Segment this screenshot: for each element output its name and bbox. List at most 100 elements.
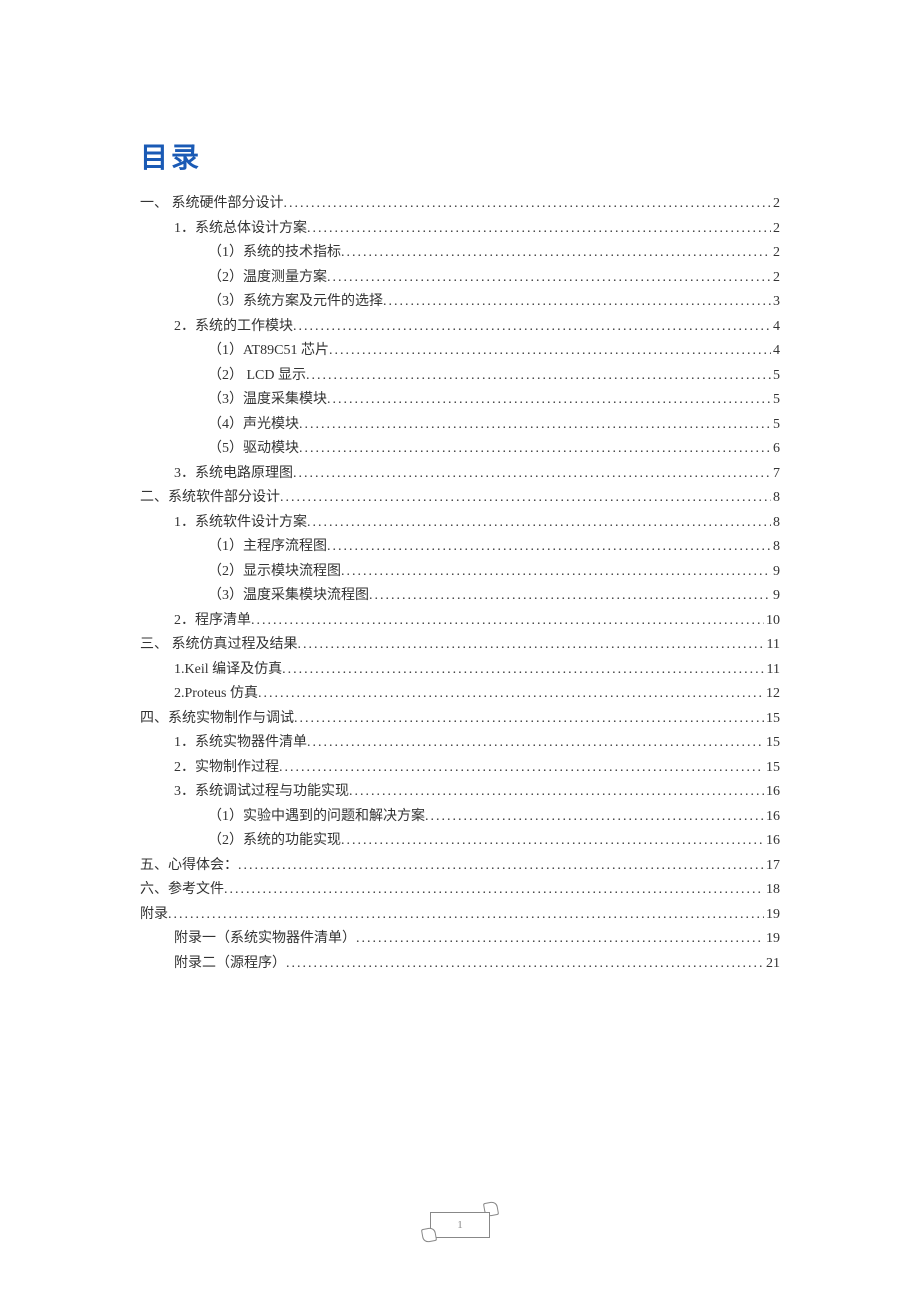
toc-entry-page: 4	[771, 339, 780, 364]
toc-entry[interactable]: （3）温度采集模块5	[140, 388, 780, 413]
toc-entry-page: 15	[764, 707, 780, 732]
toc-entry[interactable]: （2）温度测量方案2	[140, 266, 780, 291]
toc-entry-text: （1）主程序流程图	[208, 535, 327, 560]
toc-leader-dots	[349, 780, 764, 805]
toc-entry[interactable]: 附录一（系统实物器件清单） 19	[140, 927, 780, 952]
toc-entry-text: （1）AT89C51 芯片	[208, 339, 329, 364]
toc-entry-page: 15	[764, 731, 780, 756]
document-page: 目录 一、 系统硬件部分设计21．系统总体设计方案2（1）系统的技术指标2（2）…	[0, 0, 920, 976]
toc-leader-dots	[307, 511, 771, 536]
toc-entry-text: （3）系统方案及元件的选择	[208, 290, 383, 315]
toc-entry-text: 二、系统软件部分设计	[140, 486, 280, 511]
toc-entry[interactable]: 3．系统电路原理图 7	[140, 462, 780, 487]
toc-entry-text: 2．实物制作过程	[174, 756, 279, 781]
toc-entry[interactable]: 一、 系统硬件部分设计2	[140, 192, 780, 217]
toc-leader-dots	[383, 290, 771, 315]
toc-entry[interactable]: 四、系统实物制作与调试 15	[140, 707, 780, 732]
toc-entry-page: 7	[771, 462, 780, 487]
toc-entry[interactable]: 1.Keil 编译及仿真 11	[140, 658, 780, 683]
toc-entry-page: 19	[764, 903, 780, 928]
toc-entry[interactable]: （2）显示模块流程图 9	[140, 560, 780, 585]
toc-entry[interactable]: 附录19	[140, 903, 780, 928]
toc-entry-text: （5）驱动模块	[208, 437, 299, 462]
toc-entry[interactable]: 附录二（源程序）21	[140, 952, 780, 977]
toc-entry-text: 附录一（系统实物器件清单）	[174, 927, 356, 952]
toc-entry-text: 1.Keil 编译及仿真	[174, 658, 282, 683]
toc-leader-dots	[307, 731, 764, 756]
toc-entry[interactable]: 1．系统总体设计方案 2	[140, 217, 780, 242]
toc-entry[interactable]: 1．系统实物器件清单 15	[140, 731, 780, 756]
toc-leader-dots	[299, 413, 771, 438]
toc-entry[interactable]: （1）实验中遇到的问题和解决方案16	[140, 805, 780, 830]
toc-entry[interactable]: （2） LCD 显示5	[140, 364, 780, 389]
toc-entry-page: 12	[764, 682, 780, 707]
toc-leader-dots	[286, 952, 764, 977]
toc-leader-dots	[299, 437, 771, 462]
toc-entry-text: 五、心得体会：	[140, 854, 238, 879]
toc-entry-page: 11	[765, 658, 780, 683]
toc-entry[interactable]: 2．实物制作过程 15	[140, 756, 780, 781]
toc-entry[interactable]: （3）系统方案及元件的选择3	[140, 290, 780, 315]
toc-entry-text: （2）显示模块流程图	[208, 560, 341, 585]
toc-entry[interactable]: 二、系统软件部分设计8	[140, 486, 780, 511]
toc-leader-dots	[329, 339, 771, 364]
toc-entry-page: 2	[771, 217, 780, 242]
toc-entry-text: 2.Proteus 仿真	[174, 682, 258, 707]
toc-entry[interactable]: 2．系统的工作模块4	[140, 315, 780, 340]
toc-leader-dots	[341, 829, 764, 854]
scroll-curl-icon	[421, 1227, 437, 1243]
toc-leader-dots	[298, 633, 765, 658]
toc-leader-dots	[168, 903, 764, 928]
toc-entry-text: 3．系统电路原理图	[174, 462, 293, 487]
toc-leader-dots	[294, 707, 764, 732]
toc-leader-dots	[327, 535, 771, 560]
toc-entry-text: 2．程序清单	[174, 609, 251, 634]
toc-entry-page: 10	[764, 609, 780, 634]
toc-entry[interactable]: （1）主程序流程图 8	[140, 535, 780, 560]
toc-leader-dots	[251, 609, 764, 634]
toc-leader-dots	[238, 854, 764, 879]
toc-entry[interactable]: 2．程序清单 10	[140, 609, 780, 634]
toc-entry-page: 2	[771, 266, 780, 291]
toc-leader-dots	[293, 315, 771, 340]
toc-entry[interactable]: （1）系统的技术指标2	[140, 241, 780, 266]
toc-entry[interactable]: 1．系统软件设计方案8	[140, 511, 780, 536]
toc-entry[interactable]: （4）声光模块5	[140, 413, 780, 438]
toc-leader-dots	[369, 584, 771, 609]
toc-entry-text: 四、系统实物制作与调试	[140, 707, 294, 732]
toc-entry[interactable]: （5）驱动模块 6	[140, 437, 780, 462]
toc-entry[interactable]: （2）系统的功能实现16	[140, 829, 780, 854]
toc-entry-page: 5	[771, 364, 780, 389]
toc-entry[interactable]: 三、 系统仿真过程及结果11	[140, 633, 780, 658]
toc-entry-text: （3）温度采集模块	[208, 388, 327, 413]
toc-leader-dots	[279, 756, 764, 781]
toc-leader-dots	[327, 388, 771, 413]
toc-entry-text: 1．系统总体设计方案	[174, 217, 307, 242]
toc-entry-page: 15	[764, 756, 780, 781]
toc-entry-page: 11	[765, 633, 780, 658]
toc-entry[interactable]: 五、心得体会：17	[140, 854, 780, 879]
toc-entry[interactable]: （3）温度采集模块流程图9	[140, 584, 780, 609]
toc-entry-text: （1）系统的技术指标	[208, 241, 341, 266]
toc-leader-dots	[425, 805, 764, 830]
toc-entry[interactable]: 六、参考文件18	[140, 878, 780, 903]
toc-entry-text: 1．系统实物器件清单	[174, 731, 307, 756]
toc-entry[interactable]: （1）AT89C51 芯片 4	[140, 339, 780, 364]
toc-entry-page: 9	[771, 584, 780, 609]
toc-entry-page: 16	[764, 805, 780, 830]
toc-leader-dots	[341, 241, 771, 266]
toc-entry-page: 5	[771, 413, 780, 438]
toc-entry-page: 9	[771, 560, 780, 585]
page-number-box: 1	[430, 1212, 490, 1238]
toc-leader-dots	[307, 217, 771, 242]
toc-entry-page: 19	[764, 927, 780, 952]
toc-leader-dots	[284, 192, 772, 217]
toc-leader-dots	[306, 364, 771, 389]
toc-entry-page: 6	[771, 437, 780, 462]
toc-entry[interactable]: 2.Proteus 仿真 12	[140, 682, 780, 707]
toc-leader-dots	[282, 658, 764, 683]
toc-entry-page: 8	[771, 511, 780, 536]
toc-leader-dots	[293, 462, 771, 487]
toc-entry[interactable]: 3．系统调试过程与功能实现16	[140, 780, 780, 805]
toc-entry-page: 8	[771, 535, 780, 560]
